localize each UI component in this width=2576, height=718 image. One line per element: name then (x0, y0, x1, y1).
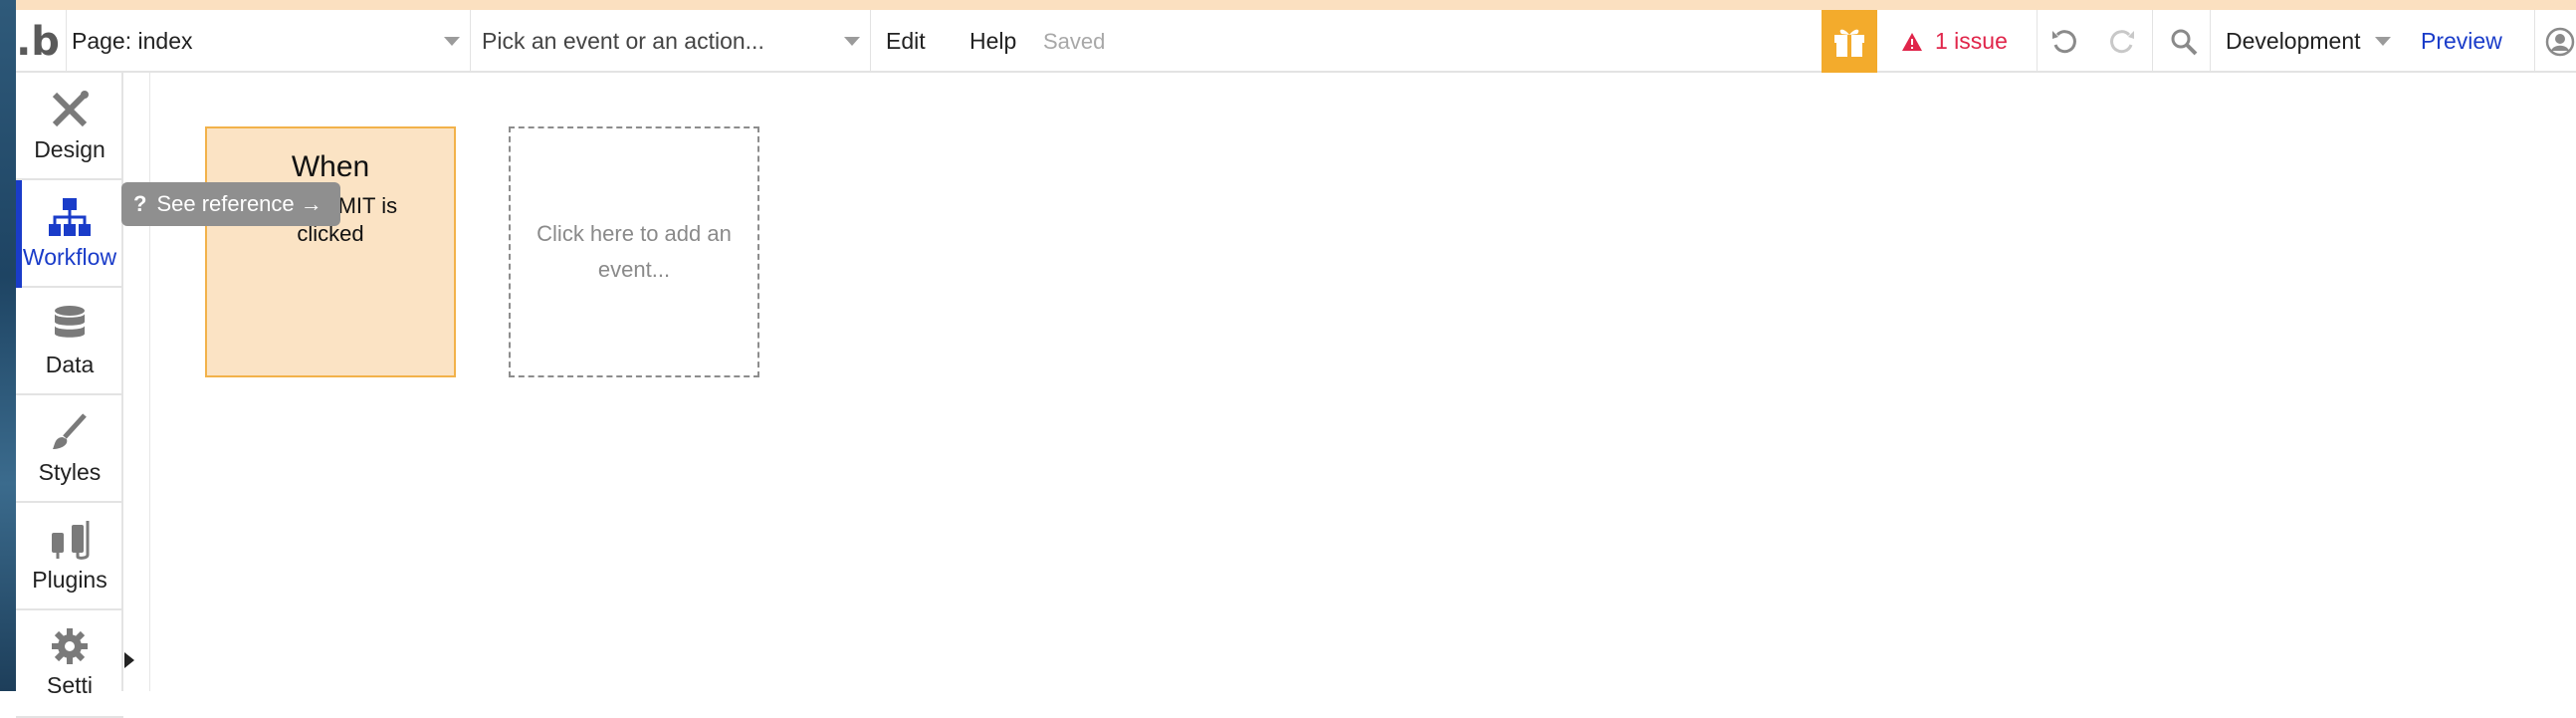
see-reference-tooltip[interactable]: ? See reference → (121, 182, 340, 226)
gift-icon (1834, 29, 1864, 57)
undo-button[interactable] (2046, 10, 2082, 73)
chevron-down-icon (844, 37, 860, 46)
help-question-icon: ? (133, 191, 147, 216)
sidebar-item-data[interactable]: Data (16, 288, 123, 395)
sidebar-item-styles[interactable]: Styles (16, 395, 123, 503)
event-action-picker-placeholder: Pick an event or an action... (482, 28, 764, 54)
preview-button[interactable]: Preview (2421, 10, 2502, 73)
sidebar-item-label: Setti (46, 672, 94, 698)
event-card-title: When (291, 150, 370, 183)
expand-sidebar-arrow[interactable] (124, 652, 134, 668)
canvas-gutter-divider (149, 73, 150, 691)
workflow-icon (49, 197, 91, 236)
event-action-picker[interactable]: Pick an event or an action... (482, 10, 870, 73)
top-accent-stripe (16, 0, 2576, 10)
menu-edit[interactable]: Edit (886, 10, 926, 73)
warning-icon (1902, 32, 1922, 51)
sidebar-item-design[interactable]: Design (16, 73, 123, 180)
issues-indicator[interactable]: 1 issue (1901, 10, 2008, 73)
environment-label: Development (2226, 28, 2361, 54)
sidebar-item-label: Plugins (32, 566, 107, 593)
page-selector[interactable]: Page: index (72, 10, 470, 73)
sidebar-item-label: Design (34, 135, 106, 162)
environment-selector[interactable]: Development (2226, 10, 2391, 73)
user-avatar-icon (2545, 27, 2575, 56)
undo-icon (2052, 29, 2076, 53)
redo-button[interactable] (2104, 10, 2140, 73)
save-status: Saved (1043, 28, 1106, 54)
plug-icon (52, 520, 90, 560)
gift-button[interactable] (1822, 10, 1877, 73)
menu-help[interactable]: Help (969, 10, 1016, 73)
account-button[interactable] (2542, 10, 2576, 73)
sidebar-item-label: Data (45, 351, 95, 377)
gear-icon (52, 628, 88, 664)
search-icon (2171, 29, 2198, 55)
chevron-down-icon (2374, 37, 2391, 46)
redo-icon (2110, 29, 2134, 53)
sidebar-item-label: Workflow (22, 243, 117, 270)
sidebar-item-plugins[interactable]: Plugins (16, 503, 123, 610)
design-icon (52, 90, 89, 126)
tooltip-label: See reference → (156, 191, 322, 216)
top-toolbar: .b Page: index Pick an event or an actio… (16, 10, 2576, 73)
sidebar-item-settings[interactable]: Setti (16, 610, 123, 718)
left-sidebar: Design Workflow Data Styles Plugins Sett… (16, 73, 123, 718)
chevron-down-icon (444, 37, 460, 46)
brush-icon (53, 412, 87, 449)
page-selector-label: Page: index (72, 28, 193, 54)
database-icon (55, 305, 85, 338)
desktop-background-strip (0, 0, 16, 691)
issues-label: 1 issue (1935, 28, 2008, 54)
sidebar-item-workflow[interactable]: Workflow (16, 180, 123, 288)
add-event-card[interactable]: Click here to add an event... (509, 126, 759, 377)
bubble-logo[interactable]: .b (16, 10, 60, 73)
search-button[interactable] (2164, 10, 2204, 73)
workflow-event-card[interactable]: When BMIT is clicked (205, 126, 456, 377)
sidebar-item-label: Styles (38, 458, 102, 485)
